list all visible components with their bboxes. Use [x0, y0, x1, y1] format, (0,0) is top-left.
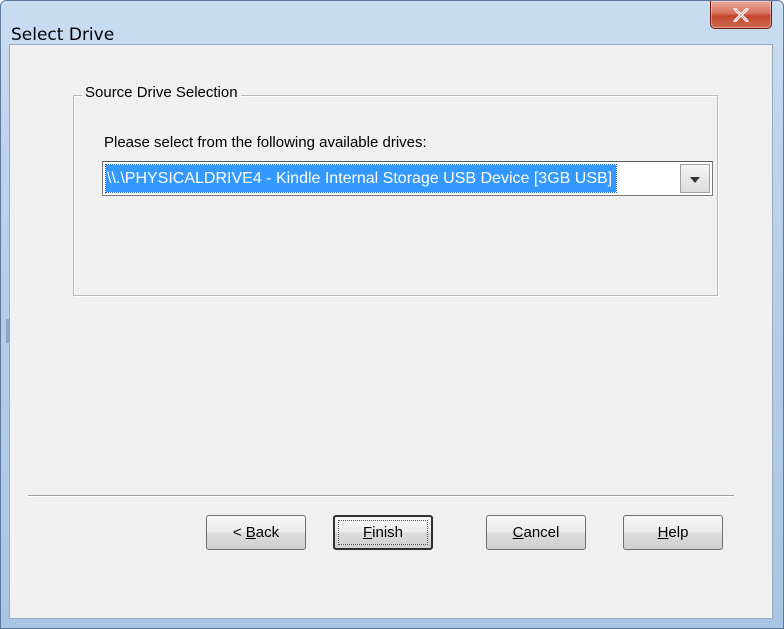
back-button-rest: ack — [255, 524, 280, 541]
finish-button-rest: inish — [372, 524, 404, 541]
finish-button-accel: F — [362, 524, 373, 541]
groupbox-legend: Source Drive Selection — [82, 84, 241, 101]
cancel-button-rest: ancel — [523, 524, 560, 541]
close-button[interactable] — [710, 1, 772, 29]
title-bar[interactable]: Select Drive — [1, 1, 783, 45]
cancel-button[interactable]: Cancel — [486, 515, 586, 550]
dropdown-arrow-button[interactable] — [680, 164, 710, 193]
drive-prompt-label: Please select from the following availab… — [104, 134, 427, 151]
help-button[interactable]: Help — [623, 515, 723, 550]
help-button-accel: H — [657, 524, 669, 541]
close-x-icon — [733, 7, 749, 22]
back-button-prefix: < — [232, 524, 246, 541]
back-button-accel: B — [245, 524, 256, 541]
chevron-down-icon — [690, 170, 700, 188]
window-title: Select Drive — [11, 25, 115, 45]
button-separator — [28, 495, 734, 497]
cancel-button-accel: C — [512, 524, 524, 541]
finish-button[interactable]: Finish — [333, 515, 433, 550]
help-button-rest: elp — [668, 524, 689, 541]
drive-dropdown-selected-value: \\.\PHYSICALDRIVE4 - Kindle Internal Sto… — [104, 164, 618, 193]
drive-dropdown[interactable]: \\.\PHYSICALDRIVE4 - Kindle Internal Sto… — [102, 161, 713, 196]
back-button[interactable]: < Back — [206, 515, 306, 550]
